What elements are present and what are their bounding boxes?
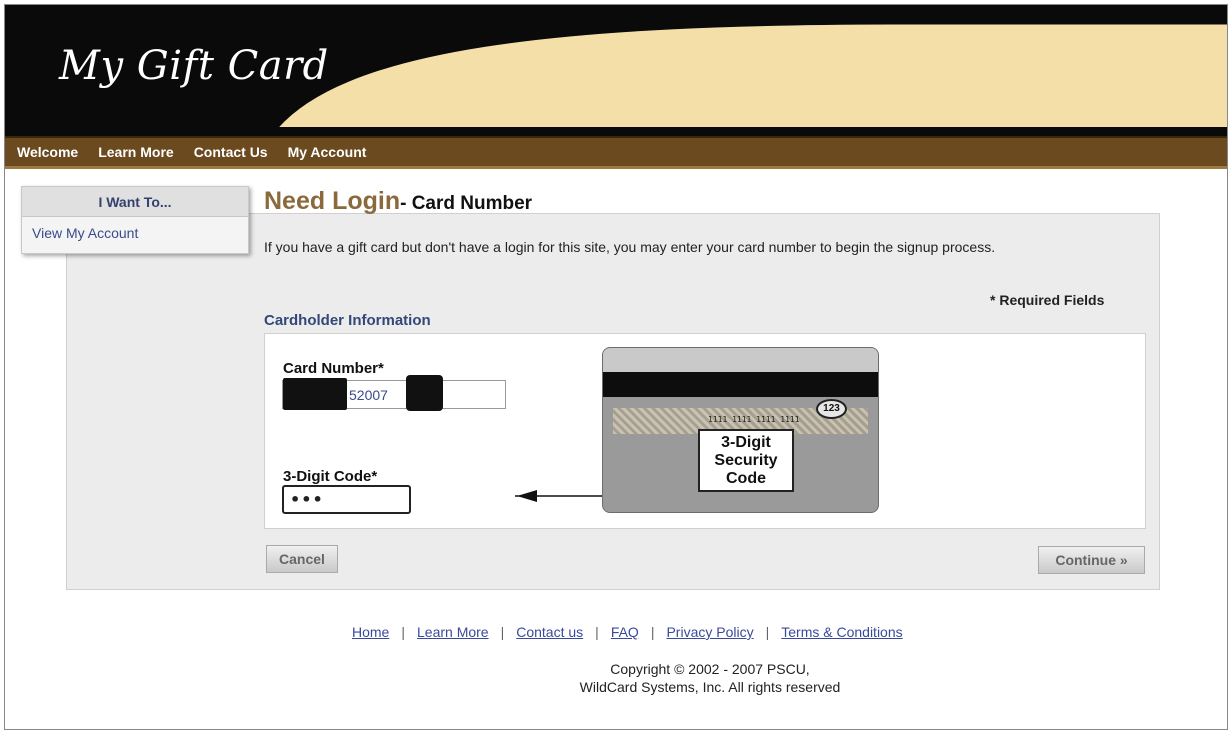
card-top-strip bbox=[603, 348, 878, 372]
sidebar-title: I Want To... bbox=[22, 187, 248, 217]
copyright: Copyright © 2002 - 2007 PSCU, WildCard S… bbox=[500, 660, 920, 696]
sidebar-menu: I Want To... View My Account bbox=[21, 186, 249, 254]
callout-line: Code bbox=[726, 470, 766, 487]
nav-learn-more[interactable]: Learn More bbox=[88, 138, 183, 166]
site-header: My Gift Card bbox=[5, 5, 1227, 136]
sidebar-item-view-account[interactable]: View My Account bbox=[22, 217, 248, 241]
continue-button[interactable]: Continue » bbox=[1038, 546, 1145, 574]
footer-separator: | bbox=[401, 624, 405, 640]
intro-text: If you have a gift card but don't have a… bbox=[264, 239, 996, 255]
footer-separator: | bbox=[595, 624, 599, 640]
footer-link-home[interactable]: Home bbox=[352, 624, 389, 640]
magnetic-stripe bbox=[603, 372, 878, 397]
footer-link-terms[interactable]: Terms & Conditions bbox=[781, 624, 902, 640]
cardholder-form: Card Number* 3-Digit Code* 1111 1111 111… bbox=[264, 333, 1146, 529]
footer-separator: | bbox=[650, 624, 655, 640]
footer-links: Home | Learn More | Contact us | FAQ | Privacy P… bbox=[352, 624, 903, 640]
footer-link-contact-us[interactable]: Contact us bbox=[516, 624, 583, 640]
cancel-button[interactable]: Cancel bbox=[266, 545, 338, 573]
footer-link-faq[interactable]: FAQ bbox=[611, 624, 639, 640]
footer-link-privacy-policy[interactable]: Privacy Policy bbox=[666, 624, 753, 640]
page-title-sub: - Card Number bbox=[400, 193, 533, 214]
main-nav: Welcome Learn More Contact Us My Account bbox=[5, 136, 1227, 169]
copyright-line: WildCard Systems, Inc. All rights reserv… bbox=[579, 679, 841, 695]
footer-separator: | bbox=[765, 624, 770, 640]
site-logo[interactable]: My Gift Card bbox=[59, 43, 329, 89]
copyright-line: Copyright © 2002 - 2007 PSCU, bbox=[610, 661, 810, 677]
footer-link-learn-more[interactable]: Learn More bbox=[417, 624, 489, 640]
card-sample-number: 1111 1111 1111 1111 bbox=[708, 415, 800, 424]
section-title: Cardholder Information bbox=[264, 312, 431, 329]
nav-my-account[interactable]: My Account bbox=[278, 138, 377, 166]
security-code-callout: 3-Digit Security Code bbox=[698, 429, 794, 492]
required-fields-note: * Required Fields bbox=[990, 292, 1105, 308]
footer-separator: | bbox=[500, 624, 505, 640]
callout-line: Security bbox=[714, 452, 778, 469]
page-title-main: Need Login bbox=[264, 187, 401, 215]
callout-line: 3-Digit bbox=[721, 434, 771, 451]
card-back-illustration: 1111 1111 1111 1111 123 3-Digit Security… bbox=[602, 347, 879, 513]
nav-welcome[interactable]: Welcome bbox=[5, 138, 88, 166]
card-cvv-highlight: 123 bbox=[816, 399, 847, 419]
nav-contact-us[interactable]: Contact Us bbox=[184, 138, 278, 166]
page-title: Need Login- Card Number bbox=[264, 187, 532, 216]
